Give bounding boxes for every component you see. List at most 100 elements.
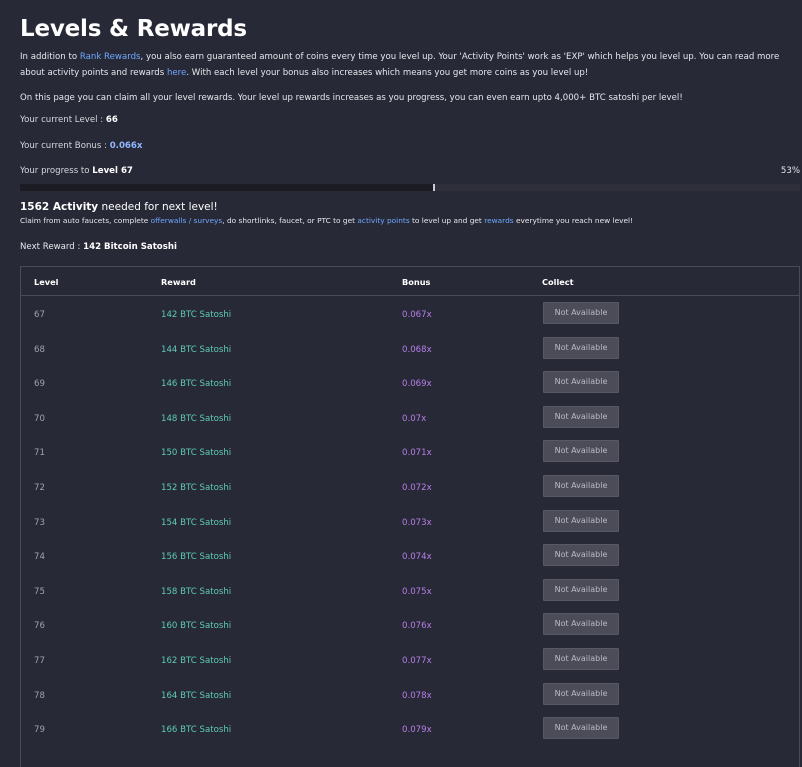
collect-button[interactable]: Not Available [543,440,619,463]
rewards-table: Level Reward Bonus Collect 67 142 BTC Sat… [20,266,800,767]
row-bonus: 0.071x [402,448,432,459]
collect-button[interactable]: Not Available [543,648,619,670]
row-bonus: 0.075x [402,586,432,597]
collect-button[interactable]: Not Available [543,717,619,740]
current-level-line: Your current Level : 66 [20,115,118,125]
activity-needed: 1562 Activity needed for next level! [20,201,218,213]
progress-line: Your progress to Level 67 53% [20,166,800,176]
collect-button[interactable]: Not Available [543,302,619,324]
page-title: Levels & Rewards [20,16,247,42]
row-reward: 156 BTC Satoshi [161,552,232,563]
progress-fill [20,184,435,191]
row-bonus: 0.072x [402,483,432,493]
row-level: 70 [34,413,45,424]
offerwalls-link[interactable]: offerwalls / surveys [151,216,223,225]
rewards-link[interactable]: rewards [484,216,513,225]
row-reward: 162 BTC Satoshi [161,656,232,666]
table-row: 71 150 BTC Satoshi 0.071x Not Available [21,438,799,473]
header-reward: Reward [161,277,196,287]
progress-bar [20,184,800,191]
collect-button[interactable]: Not Available [543,682,619,705]
collect-button[interactable]: Not Available [543,509,619,532]
row-reward: 164 BTC Satoshi [161,690,232,701]
claim-note-text-3: to level up and get [409,216,485,225]
table-row: 72 152 BTC Satoshi 0.072x Not Available [21,473,799,508]
current-level-value: 66 [105,115,118,125]
collect-button[interactable]: Not Available [543,544,619,567]
row-bonus: 0.078x [402,690,432,701]
row-level: 74 [34,552,45,563]
row-reward: 142 BTC Satoshi [161,310,232,320]
table-row: 74 156 BTC Satoshi 0.074x Not Available [21,542,799,577]
collect-button[interactable]: Not Available [543,475,619,497]
row-reward: 158 BTC Satoshi [161,586,232,597]
row-bonus: 0.076x [402,621,432,632]
table-row: 68 144 BTC Satoshi 0.068x Not Available [21,335,799,370]
progress-percent: 53% [780,166,800,176]
row-level: 67 [34,310,45,320]
activity-needed-value: 1562 Activity [20,201,99,213]
table-row: 69 146 BTC Satoshi 0.069x Not Available [21,369,799,404]
current-bonus-label: Your current Bonus : [20,141,110,151]
collect-button[interactable]: Not Available [543,613,619,636]
row-reward: 150 BTC Satoshi [161,448,232,459]
table-row: 75 158 BTC Satoshi 0.075x Not Available [21,577,799,612]
row-reward: 152 BTC Satoshi [161,483,232,493]
claim-note-text-2: , do shortlinks, faucet, or PTC to get [222,216,358,225]
header-collect: Collect [542,277,574,287]
intro-paragraph: In addition to Rank Rewards, you also ea… [20,50,790,107]
table-row: 79 166 BTC Satoshi 0.079x Not Available [21,715,799,750]
row-bonus: 0.07x [402,413,427,424]
collect-button[interactable]: Not Available [543,336,619,359]
progress-label: Your progress to [20,166,93,176]
row-reward: 146 BTC Satoshi [161,379,232,390]
header-bonus: Bonus [402,277,431,287]
row-reward: 166 BTC Satoshi [161,725,232,736]
claim-note: Claim from auto faucets, complete offerw… [20,216,633,225]
row-bonus: 0.069x [402,379,432,390]
collect-button[interactable]: Not Available [543,578,619,601]
activity-points-link[interactable]: activity points [357,216,409,225]
table-header: Level Reward Bonus Collect [21,267,799,296]
current-bonus-line: Your current Bonus : 0.066x [20,141,142,151]
row-bonus: 0.067x [402,310,432,320]
next-reward-label: Next Reward : [20,242,84,252]
rank-rewards-link[interactable]: Rank Rewards [80,52,141,62]
next-reward: Next Reward : 142 Bitcoin Satoshi [20,242,177,252]
table-row: 77 162 BTC Satoshi 0.077x Not Available [21,646,799,681]
row-level: 77 [34,656,45,666]
row-bonus: 0.077x [402,656,432,666]
intro-text-1: In addition to [20,52,80,62]
collect-button[interactable]: Not Available [543,405,619,428]
collect-button[interactable]: Not Available [543,371,619,394]
table-row: 73 154 BTC Satoshi 0.073x Not Available [21,508,799,543]
row-bonus: 0.079x [402,725,432,736]
intro-text-3: . With each level your bonus also increa… [186,67,589,78]
row-level: 69 [34,379,45,390]
claim-note-text-1: Claim from auto faucets, complete [20,216,151,225]
activity-needed-suffix: needed for next level! [98,201,218,213]
next-reward-value: 142 Bitcoin Satoshi [83,242,177,252]
table-row: 78 164 BTC Satoshi 0.078x Not Available [21,681,799,716]
table-row: 70 148 BTC Satoshi 0.07x Not Available [21,404,799,439]
row-level: 72 [34,483,45,493]
row-level: 73 [34,517,45,528]
row-reward: 148 BTC Satoshi [161,413,232,424]
here-link[interactable]: here [167,68,186,78]
row-level: 71 [34,448,45,459]
row-bonus: 0.068x [402,344,432,355]
claim-info-text: On this page you can claim all your leve… [20,93,683,103]
current-level-label: Your current Level : [20,115,106,125]
row-level: 76 [34,621,45,632]
row-level: 68 [34,344,45,355]
table-row: 76 160 BTC Satoshi 0.076x Not Available [21,611,799,646]
row-reward: 160 BTC Satoshi [161,621,232,632]
row-level: 78 [34,690,45,701]
current-bonus-value: 0.066x [109,141,143,151]
progress-target: Level 67 [92,166,133,176]
row-level: 79 [34,725,45,736]
header-level: Level [34,277,59,287]
table-row: 67 142 BTC Satoshi 0.067x Not Available [21,300,799,335]
row-reward: 144 BTC Satoshi [161,344,232,355]
row-bonus: 0.074x [402,552,432,563]
